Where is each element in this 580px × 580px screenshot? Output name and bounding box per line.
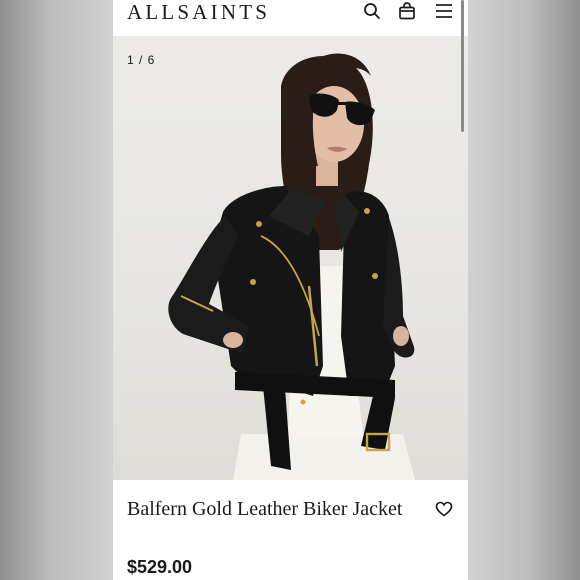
image-counter: 1 / 6 xyxy=(127,53,156,67)
search-icon[interactable] xyxy=(363,2,381,20)
bag-icon[interactable] xyxy=(398,2,416,20)
phone-screen: ALLSAINTS 1 / 6 Balfern Gold Leather Bik… xyxy=(113,0,468,580)
product-photo xyxy=(168,53,415,480)
product-info: Balfern Gold Leather Biker Jacket $529.0… xyxy=(113,480,468,580)
site-header: ALLSAINTS xyxy=(113,0,468,36)
product-image-carousel[interactable]: 1 / 6 xyxy=(113,36,468,480)
scrollbar[interactable] xyxy=(461,0,464,132)
brand-logo[interactable]: ALLSAINTS xyxy=(127,0,270,24)
menu-icon[interactable] xyxy=(435,2,453,20)
product-price: $529.00 xyxy=(127,557,193,577)
heart-icon[interactable] xyxy=(435,500,453,518)
product-title: Balfern Gold Leather Biker Jacket xyxy=(127,498,403,520)
